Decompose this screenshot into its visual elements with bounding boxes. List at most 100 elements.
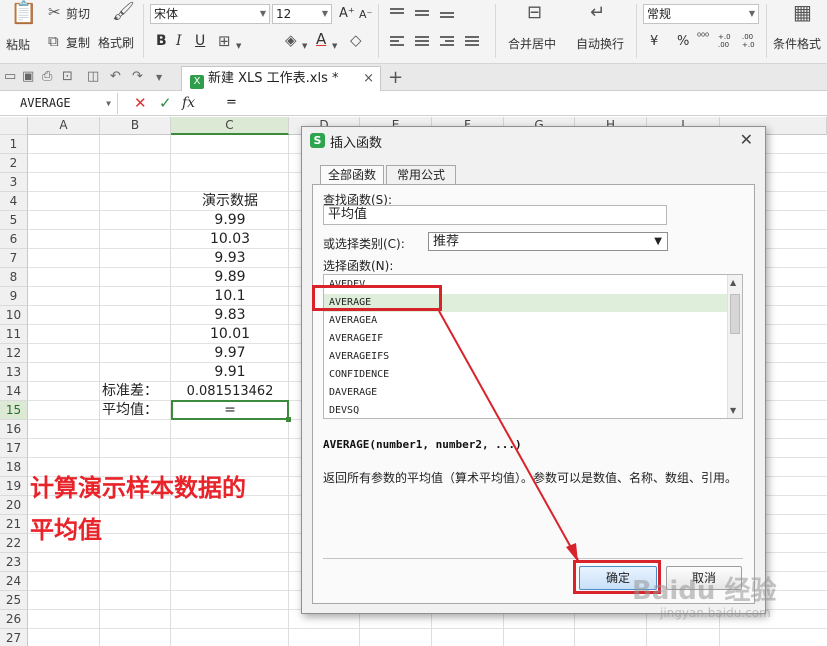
align-top-icon[interactable] [390,8,404,16]
conditional-format-icon[interactable]: ▦ [793,2,812,22]
formula-input[interactable]: = [226,95,237,110]
font-color-button[interactable]: A [316,30,326,48]
function-search-input[interactable]: 平均值 [323,205,667,225]
column-header-b[interactable]: B [100,117,171,135]
font-grow-button[interactable]: A⁺ [339,6,355,21]
scroll-up-icon[interactable]: ▲ [730,278,736,287]
row-header-13[interactable]: 13 [0,363,28,382]
row-header-15[interactable]: 15 [0,401,28,420]
row-header-16[interactable]: 16 [0,420,28,439]
conditional-format-button[interactable]: 条件格式 [773,35,821,52]
category-select[interactable]: 推荐 ▼ [428,232,668,251]
align-left-icon[interactable] [390,36,404,48]
row-header-18[interactable]: 18 [0,458,28,477]
cell-c7[interactable]: 9.93 [171,249,289,268]
cell-c12[interactable]: 9.97 [171,344,289,363]
row-header-11[interactable]: 11 [0,325,28,344]
close-icon[interactable]: ✕ [740,130,753,149]
row-header-23[interactable]: 23 [0,553,28,572]
list-item[interactable]: AVERAGEIF [324,330,727,348]
column-header-a[interactable]: A [28,117,100,135]
new-tab-button[interactable]: + [388,67,403,88]
cell-c11[interactable]: 10.01 [171,325,289,344]
row-header-7[interactable]: 7 [0,249,28,268]
currency-button[interactable]: ¥ [650,34,658,49]
paste-button[interactable]: 粘贴 [6,36,30,53]
list-item[interactable]: CONFIDENCE [324,366,727,384]
print-icon[interactable]: ⊡ [62,69,73,84]
chevron-down-icon[interactable]: ▼ [332,38,337,54]
justify-icon[interactable] [465,36,479,48]
clear-format-icon[interactable]: ◇ [350,32,362,48]
cell-c6[interactable]: 10.03 [171,230,289,249]
row-header-10[interactable]: 10 [0,306,28,325]
thousands-button[interactable]: ⁰⁰⁰ [697,32,709,43]
insert-function-button[interactable]: fx [182,95,195,111]
chevron-down-icon[interactable]: ▼ [236,38,241,54]
copy-button[interactable]: 复制 [66,34,90,51]
cell-c13[interactable]: 9.91 [171,363,289,382]
undo-icon[interactable]: ↶ [110,69,121,84]
cell-b14[interactable]: 标准差： [102,382,182,401]
row-header-27[interactable]: 27 [0,629,28,646]
column-header-c[interactable]: C [171,117,289,135]
align-bottom-icon[interactable] [440,12,454,20]
save-icon[interactable]: ▣ [22,69,34,84]
percent-button[interactable]: % [677,34,689,49]
decrease-decimal-button[interactable]: .00 +.0 [742,33,762,49]
list-item[interactable]: AVERAGEA [324,312,727,330]
row-header-25[interactable]: 25 [0,591,28,610]
row-header-17[interactable]: 17 [0,439,28,458]
row-header-2[interactable]: 2 [0,154,28,173]
name-box[interactable]: AVERAGE ▼ [0,93,118,114]
merge-center-button[interactable]: 合并居中 [508,35,556,52]
row-header-5[interactable]: 5 [0,211,28,230]
bold-button[interactable]: B [156,33,167,49]
document-tab[interactable]: X 新建 XLS 工作表.xls * × [181,66,381,91]
print-preview-icon[interactable]: ⎙ [42,69,52,84]
cut-button[interactable]: 剪切 [66,5,90,22]
list-item[interactable]: DEVSQ [324,402,727,418]
row-header-8[interactable]: 8 [0,268,28,287]
italic-button[interactable]: I [176,33,182,49]
copy-icon[interactable]: ⧉ [48,33,59,49]
format-painter-button[interactable]: 格式刷 [98,34,134,51]
row-header-9[interactable]: 9 [0,287,28,306]
row-header-4[interactable]: 4 [0,192,28,211]
scroll-thumb[interactable] [730,294,740,334]
row-header-21[interactable]: 21 [0,515,28,534]
scroll-down-icon[interactable]: ▼ [730,406,736,415]
preview-icon[interactable]: ◫ [87,69,99,84]
folder-icon[interactable]: ▭ [4,69,16,84]
font-shrink-button[interactable]: A⁻ [359,8,372,21]
chevron-down-icon[interactable]: ▼ [156,73,162,82]
cell-c8[interactable]: 9.89 [171,268,289,287]
cancel-formula-icon[interactable]: ✕ [134,94,147,112]
select-all-corner[interactable] [0,117,28,135]
row-header-26[interactable]: 26 [0,610,28,629]
row-header-14[interactable]: 14 [0,382,28,401]
merge-center-icon[interactable]: ⊟ [527,4,542,22]
scissors-icon[interactable]: ✂ [48,4,61,20]
row-header-22[interactable]: 22 [0,534,28,553]
chevron-down-icon[interactable]: ▼ [302,38,307,54]
row-header-20[interactable]: 20 [0,496,28,515]
font-name-select[interactable]: 宋体 ▼ [150,4,270,24]
row-header-19[interactable]: 19 [0,477,28,496]
paste-icon[interactable]: 📋 [10,3,37,25]
list-scrollbar[interactable]: ▲ ▼ [727,275,742,418]
fill-handle[interactable] [286,417,291,422]
font-size-select[interactable]: 12 ▼ [272,4,332,24]
underline-button[interactable]: U [195,33,205,49]
row-header-6[interactable]: 6 [0,230,28,249]
increase-decimal-button[interactable]: +.0 .00 [718,33,738,49]
tab-all-functions[interactable]: 全部函数 [320,165,384,186]
redo-icon[interactable]: ↷ [132,69,143,84]
row-header-3[interactable]: 3 [0,173,28,192]
border-icon[interactable]: ⊞ [218,33,231,49]
cell-c14[interactable]: 0.081513462 [171,382,289,401]
align-center-icon[interactable] [415,36,429,48]
list-item[interactable]: AVERAGEIFS [324,348,727,366]
cell-c9[interactable]: 10.1 [171,287,289,306]
align-right-icon[interactable] [440,36,454,48]
